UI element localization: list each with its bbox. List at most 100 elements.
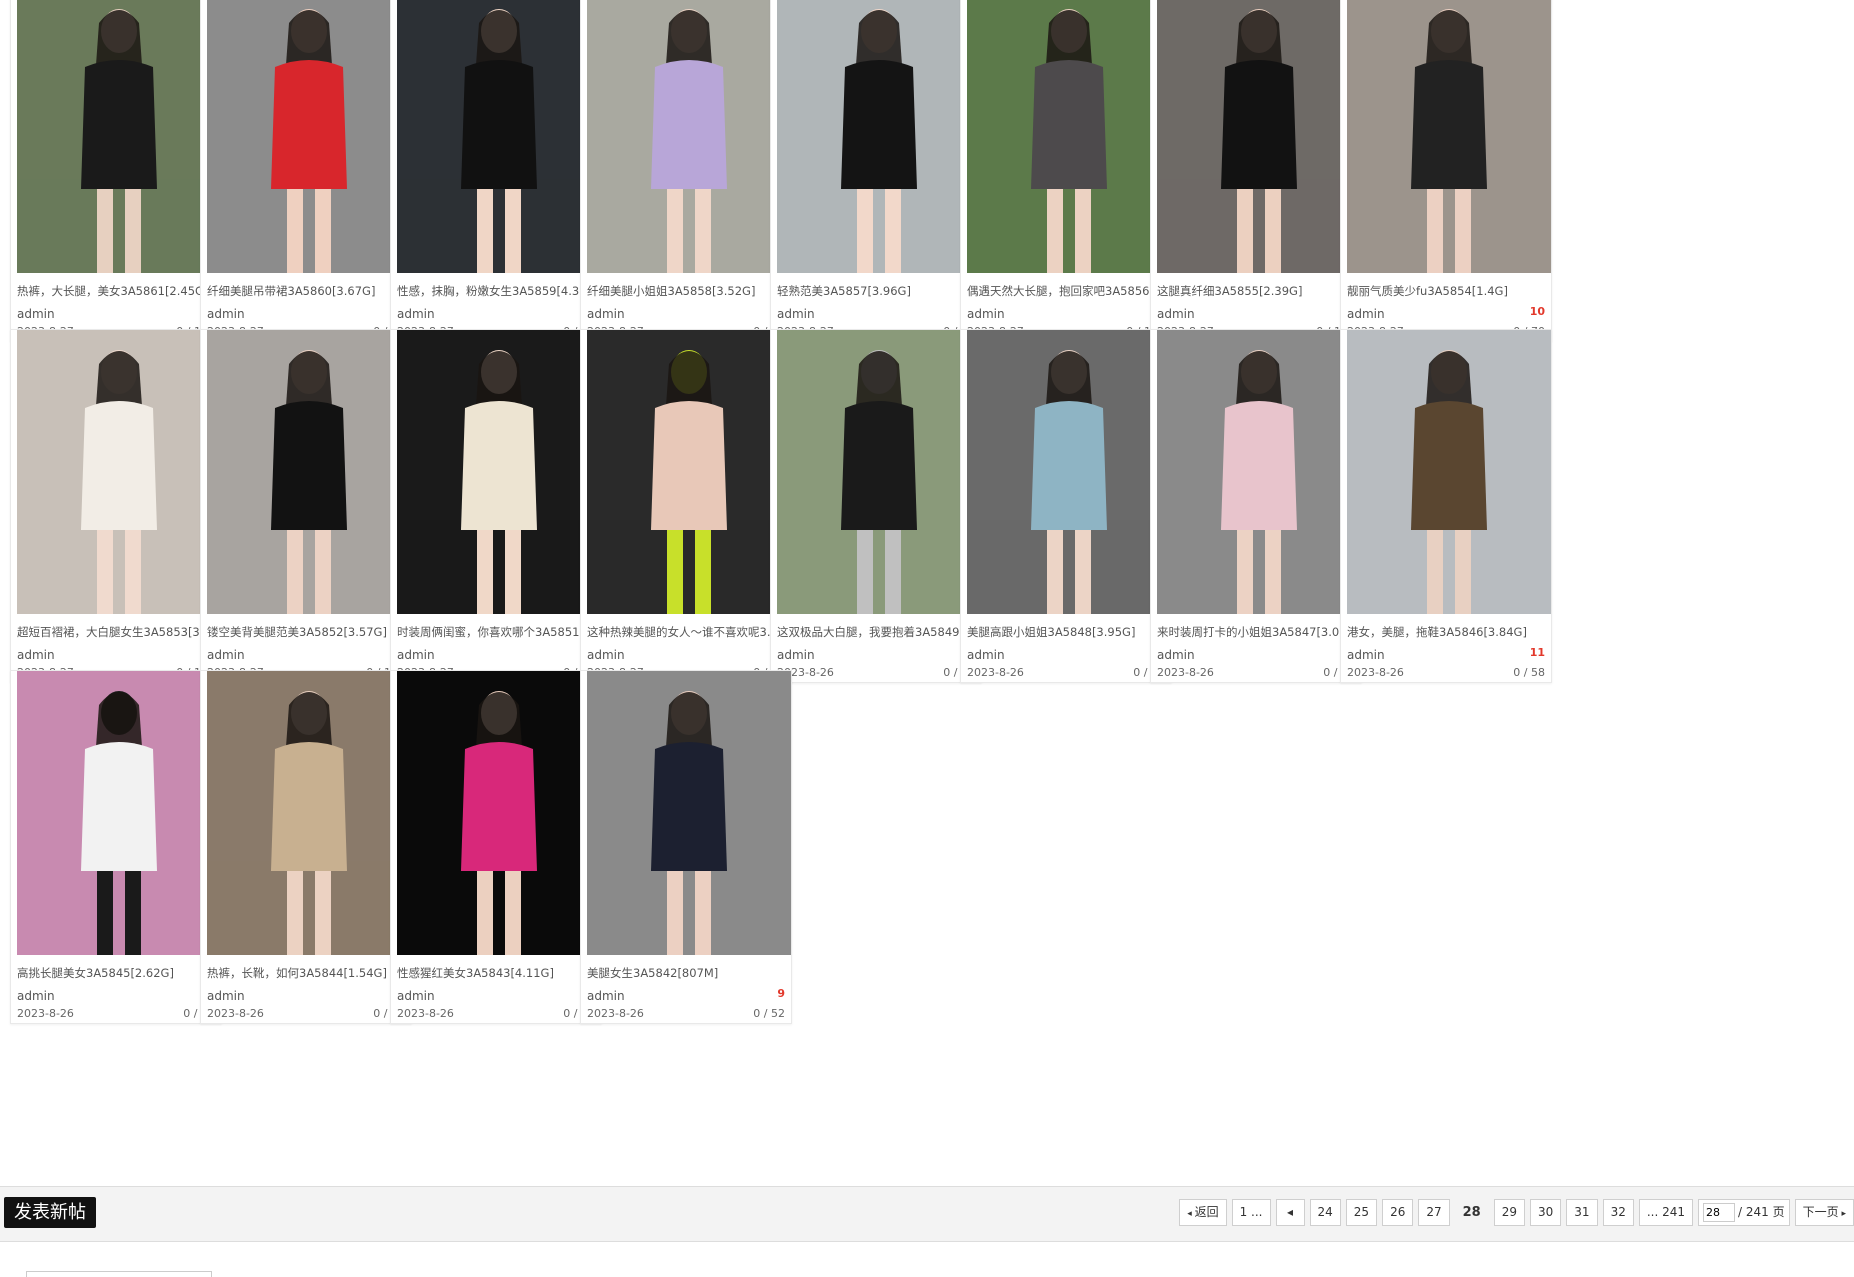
thread-title[interactable]: 性感猩红美女3A5843[4.11G]: [397, 965, 601, 981]
thread-thumbnail[interactable]: [207, 0, 411, 273]
thread-thumbnail[interactable]: [397, 330, 601, 614]
thread-author[interactable]: admin: [1347, 307, 1385, 321]
reply-count: 11: [1529, 646, 1545, 659]
thread-author[interactable]: admin: [17, 307, 55, 321]
thread-title[interactable]: 靓丽气质美少fu3A5854[1.4G]: [1347, 283, 1551, 299]
thread-card[interactable]: 性感猩红美女3A5843[4.11G]admin122023-8-260 / 5…: [390, 670, 602, 1024]
page-link[interactable]: 27: [1418, 1199, 1450, 1226]
thread-thumbnail[interactable]: [1157, 0, 1361, 273]
thread-author[interactable]: admin: [587, 307, 625, 321]
thread-title[interactable]: 时装周俩闺蜜，你喜欢哪个3A5851[...: [397, 624, 601, 640]
thread-card[interactable]: 时装周俩闺蜜，你喜欢哪个3A5851[...admin142023-8-270 …: [390, 329, 602, 683]
thread-thumbnail[interactable]: [207, 671, 411, 955]
thread-card[interactable]: 偶遇天然大长腿，抱回家吧3A5856[...admin132023-8-270 …: [960, 0, 1172, 342]
thread-title[interactable]: 纤细美腿吊带裙3A5860[3.67G]: [207, 283, 411, 299]
thread-title[interactable]: 这腿真纤细3A5855[2.39G]: [1157, 283, 1361, 299]
thread-author[interactable]: admin: [1157, 648, 1195, 662]
thread-author[interactable]: admin: [397, 989, 435, 1003]
thread-author[interactable]: admin: [967, 648, 1005, 662]
thread-card[interactable]: 来时装周打卡的小姐姐3A5847[3.05G]admin112023-8-260…: [1150, 329, 1362, 683]
page-first[interactable]: 1 ...: [1231, 1199, 1271, 1226]
thread-title[interactable]: 性感，抹胸，粉嫩女生3A5859[4.31G]: [397, 283, 601, 299]
thread-card[interactable]: 纤细美腿小姐姐3A5858[3.52G]admin112023-8-270 / …: [580, 0, 792, 342]
thread-title[interactable]: 美腿女生3A5842[807M]: [587, 965, 791, 981]
thread-thumbnail[interactable]: [1347, 0, 1551, 273]
thread-title[interactable]: 港女，美腿，拖鞋3A5846[3.84G]: [1347, 624, 1551, 640]
thread-title[interactable]: 美腿高跟小姐姐3A5848[3.95G]: [967, 624, 1171, 640]
page-last[interactable]: ... 241: [1638, 1199, 1694, 1226]
new-post-button[interactable]: 发表新帖: [4, 1197, 96, 1228]
thread-thumbnail[interactable]: [1347, 330, 1551, 614]
thread-author[interactable]: admin: [1157, 307, 1195, 321]
thread-date: 2023-8-26: [1347, 666, 1404, 679]
thread-thumbnail[interactable]: [397, 0, 601, 273]
thread-author[interactable]: admin: [397, 648, 435, 662]
thread-thumbnail[interactable]: [777, 330, 981, 614]
thread-thumbnail[interactable]: [587, 330, 791, 614]
thread-title[interactable]: 镂空美背美腿范美3A5852[3.57G]: [207, 624, 411, 640]
thread-card[interactable]: 这双极品大白腿，我要抱着3A5849[...admin112023-8-260 …: [770, 329, 982, 683]
thread-author[interactable]: admin: [17, 648, 55, 662]
thread-title[interactable]: 纤细美腿小姐姐3A5858[3.52G]: [587, 283, 791, 299]
page-link[interactable]: 29: [1493, 1199, 1525, 1226]
thread-title[interactable]: 高挑长腿美女3A5845[2.62G]: [17, 965, 221, 981]
thread-thumbnail[interactable]: [17, 330, 221, 614]
thread-card[interactable]: 美腿高跟小姐姐3A5848[3.95G]admin122023-8-260 / …: [960, 329, 1172, 683]
thread-thumbnail[interactable]: [1157, 330, 1361, 614]
footer: [0, 1256, 1854, 1277]
thread-thumbnail[interactable]: [17, 671, 221, 955]
thread-title[interactable]: 热裤，大长腿，美女3A5861[2.45G]: [17, 283, 221, 299]
thread-card[interactable]: 这种热辣美腿的女人～谁不喜欢呢3...admin112023-8-270 / 7…: [580, 329, 792, 683]
thread-thumbnail[interactable]: [397, 671, 601, 955]
thread-date: 2023-8-26: [207, 1007, 264, 1020]
thread-author[interactable]: admin: [587, 989, 625, 1003]
page-current: 28: [1462, 1205, 1481, 1220]
thread-author[interactable]: admin: [17, 989, 55, 1003]
next-page-button[interactable]: 下一页: [1794, 1199, 1854, 1226]
prev-page-button[interactable]: ◂: [1275, 1199, 1305, 1226]
page-link[interactable]: 25: [1345, 1199, 1378, 1226]
thread-card[interactable]: 纤细美腿吊带裙3A5860[3.67G]admin102023-8-270 / …: [200, 0, 412, 342]
page-link[interactable]: 30: [1530, 1199, 1562, 1226]
thread-thumbnail[interactable]: [207, 330, 411, 614]
thread-author[interactable]: admin: [207, 307, 245, 321]
thread-author[interactable]: admin: [587, 648, 625, 662]
thread-card[interactable]: 高挑长腿美女3A5845[2.62G]admin132023-8-260 / 6…: [10, 670, 222, 1024]
thread-card[interactable]: 性感，抹胸，粉嫩女生3A5859[4.31G]admin122023-8-270…: [390, 0, 602, 342]
thread-card[interactable]: 轻熟范美3A5857[3.96G]admin112023-8-270 / 69: [770, 0, 982, 342]
thread-card[interactable]: 镂空美背美腿范美3A5852[3.57G]admin112023-8-270 /…: [200, 329, 412, 683]
thread-title[interactable]: 轻熟范美3A5857[3.96G]: [777, 283, 981, 299]
back-button[interactable]: 返回: [1179, 1199, 1227, 1226]
page-link[interactable]: 32: [1602, 1199, 1634, 1226]
thread-thumbnail[interactable]: [17, 0, 221, 273]
thread-thumbnail[interactable]: [967, 330, 1171, 614]
thread-thumbnail[interactable]: [777, 0, 981, 273]
thread-card[interactable]: 超短百褶裙，大白腿女生3A5853[3....admin122023-8-270…: [10, 329, 222, 683]
page-jump-input[interactable]: [1703, 1203, 1736, 1222]
page-link[interactable]: 24: [1309, 1199, 1341, 1226]
thread-thumbnail[interactable]: [587, 671, 791, 955]
thread-title[interactable]: 这种热辣美腿的女人～谁不喜欢呢3...: [587, 624, 791, 640]
page-link[interactable]: 26: [1382, 1199, 1414, 1226]
thread-thumbnail[interactable]: [587, 0, 791, 273]
thread-author[interactable]: admin: [207, 989, 245, 1003]
thread-card[interactable]: 美腿女生3A5842[807M] admin 9 2023-8-26 0 / 52: [580, 670, 792, 1024]
thread-card[interactable]: 这腿真纤细3A5855[2.39G]admin112023-8-270 / 10…: [1150, 0, 1362, 342]
thread-author[interactable]: admin: [207, 648, 245, 662]
thread-author[interactable]: admin: [967, 307, 1005, 321]
thread-card[interactable]: 热裤，大长腿，美女3A5861[2.45G]admin102023-8-270 …: [10, 0, 222, 342]
page-link[interactable]: 31: [1566, 1199, 1598, 1226]
thread-title[interactable]: 偶遇天然大长腿，抱回家吧3A5856[...: [967, 283, 1171, 299]
thread-author[interactable]: admin: [777, 648, 815, 662]
thread-title[interactable]: 超短百褶裙，大白腿女生3A5853[3....: [17, 624, 221, 640]
thread-thumbnail[interactable]: [967, 0, 1171, 273]
thread-card[interactable]: 热裤，长靴，如何3A5844[1.54G]admin92023-8-260 / …: [200, 670, 412, 1024]
thread-title[interactable]: 这双极品大白腿，我要抱着3A5849[...: [777, 624, 981, 640]
thread-title[interactable]: 热裤，长靴，如何3A5844[1.54G]: [207, 965, 411, 981]
thread-author[interactable]: admin: [777, 307, 815, 321]
thread-author[interactable]: admin: [1347, 648, 1385, 662]
thread-author[interactable]: admin: [397, 307, 435, 321]
thread-card[interactable]: 靓丽气质美少fu3A5854[1.4G]admin102023-8-270 / …: [1340, 0, 1552, 342]
thread-title[interactable]: 来时装周打卡的小姐姐3A5847[3.05G]: [1157, 624, 1361, 640]
thread-card[interactable]: 港女，美腿，拖鞋3A5846[3.84G] admin 11 2023-8-26 0 /…: [1340, 329, 1552, 683]
